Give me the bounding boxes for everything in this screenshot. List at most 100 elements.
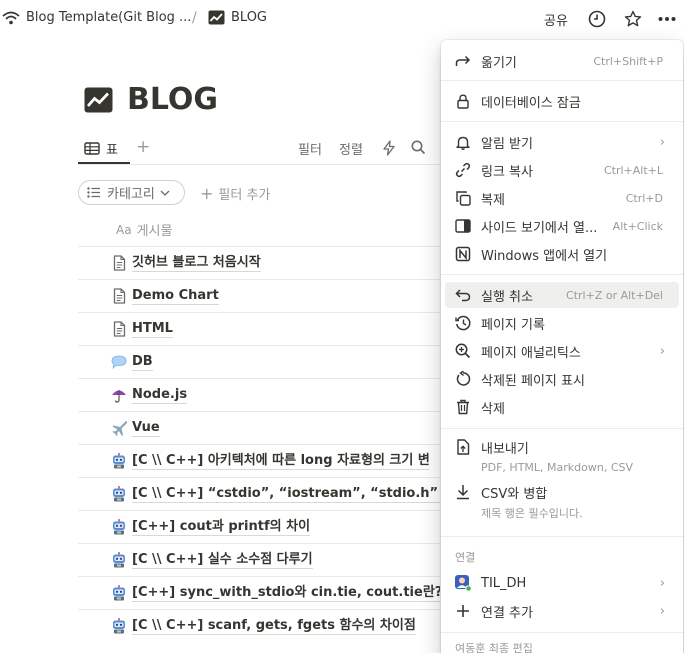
row-title[interactable]: [C \\ C++] scanf, gets, fgets 함수의 차이점: [132, 618, 416, 635]
menu-item-connection-til-dh[interactable]: TIL_DH ›: [445, 570, 679, 596]
row-title[interactable]: [C \\ C++] 실수 소수점 다루기: [132, 552, 313, 569]
star-icon[interactable]: [622, 8, 644, 30]
menu-item-analytics[interactable]: 페이지 애널리틱스 ›: [445, 338, 679, 364]
table-row[interactable]: [C \\ C++] scanf, gets, fgets 함수의 차이점: [78, 609, 440, 642]
menu-item-deleted-pages[interactable]: 삭제된 페이지 표시: [445, 366, 679, 392]
menu-item-lock-label: 데이터베이스 잠금: [481, 95, 581, 111]
lightning-icon[interactable]: [383, 140, 395, 160]
menu-item-duplicate-label: 복제: [481, 192, 505, 208]
chevron-right-icon: ›: [659, 603, 665, 619]
table-row[interactable]: [C \\ C++] 실수 소수점 다루기: [78, 543, 440, 576]
menu-item-notify[interactable]: 알림 받기 ›: [445, 129, 679, 155]
page-icon[interactable]: [110, 254, 128, 272]
robot-icon[interactable]: [110, 617, 128, 635]
add-view-button[interactable]: +: [136, 137, 150, 157]
robot-icon[interactable]: [110, 485, 128, 503]
page-title[interactable]: BLOG: [127, 82, 218, 117]
menu-item-side-peek[interactable]: 사이드 보기에서 열... Alt+Click: [445, 213, 679, 239]
robot-icon[interactable]: [110, 551, 128, 569]
table-row[interactable]: Vue: [78, 411, 440, 444]
connections-section-header: 연결: [455, 551, 476, 564]
trending-chart-icon[interactable]: [84, 87, 113, 113]
menu-item-duplicate[interactable]: 복제 Ctrl+D: [445, 185, 679, 211]
menu-item-deleted-pages-label: 삭제된 페이지 표시: [481, 373, 585, 389]
menu-item-move[interactable]: 옮기기 Ctrl+Shift+P: [445, 48, 679, 74]
table-body: 깃허브 블로그 처음시작 Demo Chart HTML DB Node.js Vue [C…: [78, 246, 440, 642]
breadcrumb-separator: /: [192, 10, 197, 26]
airplane-icon[interactable]: [110, 419, 128, 437]
table-row[interactable]: HTML: [78, 312, 440, 345]
breadcrumb-parent[interactable]: Blog Template(Git Blog ...: [2, 10, 191, 25]
table-row[interactable]: [C \\ C++] 아키텍처에 따른 long 자료형의 크기 변: [78, 444, 440, 477]
table-row[interactable]: DB: [78, 345, 440, 378]
row-title[interactable]: Vue: [132, 420, 160, 437]
menu-item-merge-csv[interactable]: CSV와 병합: [445, 479, 679, 505]
share-button[interactable]: 공유: [544, 10, 568, 29]
row-title[interactable]: Node.js: [132, 387, 188, 404]
row-title[interactable]: [C \\ C++] 아키텍처에 따른 long 자료형의 크기 변: [132, 453, 430, 470]
menu-item-export[interactable]: 내보내기: [445, 434, 679, 460]
view-bar: 표 + 필터 정렬: [78, 137, 438, 164]
table-row[interactable]: Demo Chart: [78, 279, 440, 312]
menu-item-history-label: 페이지 기록: [481, 317, 545, 333]
menu-item-merge-csv-label: CSV와 병합: [481, 486, 548, 502]
table-row[interactable]: [C++] sync_with_stdio와 cin.tie, cout.tie…: [78, 576, 440, 609]
add-filter-label: 필터 추가: [218, 188, 271, 203]
last-edited-footer: 여동훈 최종 편집: [455, 642, 533, 653]
row-title[interactable]: [C++] sync_with_stdio와 cin.tie, cout.tie…: [132, 585, 440, 602]
menu-item-copy-link-shortcut: Ctrl+Alt+L: [603, 163, 663, 177]
filter-button[interactable]: 필터: [298, 139, 322, 158]
robot-icon[interactable]: [110, 518, 128, 536]
search-icon[interactable]: [411, 140, 426, 159]
table-row[interactable]: 깃허브 블로그 처음시작: [78, 246, 440, 279]
table-row[interactable]: [C \\ C++] “cstdio”, “iostream”, “stdio.…: [78, 477, 440, 510]
menu-item-undo[interactable]: 실행 취소 Ctrl+Z or Alt+Del: [445, 282, 679, 308]
speech-bubble-icon[interactable]: [110, 353, 128, 371]
menu-item-open-app[interactable]: Windows 앱에서 열기: [445, 241, 679, 267]
plus-icon: +: [200, 184, 214, 203]
menu-item-delete[interactable]: 삭제: [445, 394, 679, 420]
menu-divider: [441, 80, 683, 81]
menu-item-undo-label: 실행 취소: [481, 289, 533, 305]
robot-icon[interactable]: [110, 452, 128, 470]
row-title[interactable]: Demo Chart: [132, 288, 219, 305]
robot-icon[interactable]: [110, 584, 128, 602]
menu-divider: [441, 274, 683, 275]
view-divider: [78, 164, 440, 165]
column-header-title[interactable]: Aa 게시물: [116, 220, 172, 240]
page-icon[interactable]: [110, 320, 128, 338]
menu-item-delete-label: 삭제: [481, 401, 505, 417]
sort-button[interactable]: 정렬: [339, 139, 363, 158]
link-icon: [453, 160, 473, 180]
clock-icon[interactable]: [586, 8, 608, 30]
table-row[interactable]: [C++] cout과 printf의 차이: [78, 510, 440, 543]
menu-item-add-connection-label: 연결 추가: [481, 605, 533, 621]
more-dots-icon[interactable]: [656, 8, 678, 30]
row-title[interactable]: HTML: [132, 321, 173, 338]
page-icon[interactable]: [110, 287, 128, 305]
table-row[interactable]: Node.js: [78, 378, 440, 411]
menu-divider: [441, 536, 683, 537]
chevron-right-icon: ›: [659, 575, 665, 591]
menu-item-copy-link-label: 링크 복사: [481, 164, 533, 180]
menu-item-analytics-label: 페이지 애널리틱스: [481, 345, 581, 361]
trash-icon: [453, 397, 473, 417]
row-title[interactable]: 깃허브 블로그 처음시작: [132, 255, 261, 272]
breadcrumb-current[interactable]: BLOG: [208, 10, 267, 25]
menu-item-side-peek-label: 사이드 보기에서 열...: [481, 220, 598, 236]
notion-app-icon: [453, 244, 473, 264]
category-filter-chip[interactable]: 카테고리: [78, 180, 185, 205]
menu-item-connection-label: TIL_DH: [481, 575, 527, 591]
menu-item-copy-link[interactable]: 링크 복사 Ctrl+Alt+L: [445, 157, 679, 183]
umbrella-icon[interactable]: [110, 386, 128, 404]
more-options-menu: 옮기기 Ctrl+Shift+P 데이터베이스 잠금 알림 받기 › 링크 복사…: [441, 40, 683, 653]
row-title[interactable]: DB: [132, 354, 153, 371]
menu-item-history[interactable]: 페이지 기록: [445, 310, 679, 336]
menu-item-lock[interactable]: 데이터베이스 잠금: [445, 88, 679, 114]
tab-table[interactable]: 표: [84, 139, 118, 158]
menu-item-add-connection[interactable]: 연결 추가 ›: [445, 598, 679, 624]
menu-item-notify-label: 알림 받기: [481, 136, 533, 152]
row-title[interactable]: [C \\ C++] “cstdio”, “iostream”, “stdio.…: [132, 486, 440, 503]
row-title[interactable]: [C++] cout과 printf의 차이: [132, 519, 311, 536]
add-filter-button[interactable]: + 필터 추가: [200, 184, 270, 203]
